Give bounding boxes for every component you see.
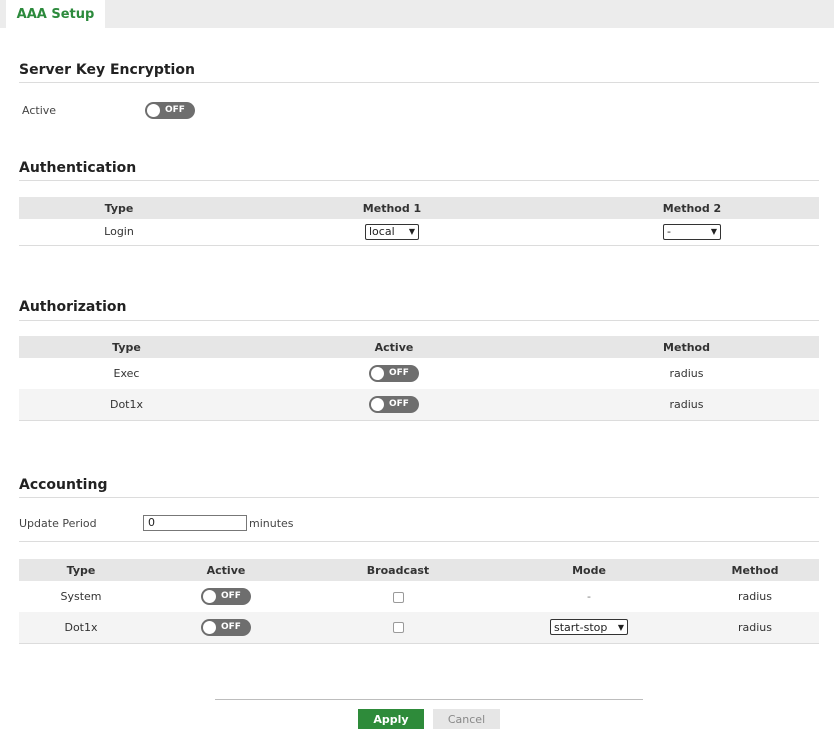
method-cell: radius — [691, 612, 819, 643]
column-header: Method — [691, 559, 819, 581]
active-cell: OFF — [143, 581, 309, 612]
dot1x-accounting-active-toggle[interactable]: OFF — [201, 618, 251, 636]
tab-aaa-setup[interactable]: AAA Setup — [6, 0, 105, 28]
mode-select[interactable]: start-stop ▼ — [550, 619, 628, 636]
update-period-input[interactable]: 0 — [143, 515, 247, 531]
method2-cell: - ▼ — [565, 219, 819, 245]
method1-select[interactable]: local ▼ — [365, 223, 419, 240]
tab-bar: AAA Setup — [0, 0, 834, 28]
type-cell: System — [60, 590, 102, 603]
table-row: Login local ▼ - ▼ — [19, 219, 819, 245]
mode-cell: - — [587, 590, 591, 603]
footer-divider — [215, 699, 643, 700]
system-broadcast-checkbox[interactable] — [392, 591, 404, 603]
table-row: Dot1x OFF start-stop ▼ radius — [19, 612, 819, 643]
authorization-table: Type Active Method Exec OFF radius Dot1x… — [19, 336, 819, 421]
method-cell: radius — [669, 367, 704, 380]
authorization-title: Authorization — [19, 299, 127, 315]
toggle-state: OFF — [221, 591, 241, 601]
column-header: Method — [554, 336, 819, 358]
method1-cell: local ▼ — [219, 219, 565, 245]
table-row: Dot1x OFF radius — [19, 389, 819, 420]
active-cell: OFF — [143, 612, 309, 643]
server-key-encryption-toggle[interactable]: OFF — [145, 102, 195, 119]
column-header: Active — [143, 559, 309, 581]
method-cell: radius — [737, 590, 772, 603]
divider — [19, 180, 819, 181]
column-header: Broadcast — [309, 559, 487, 581]
toggle-state: OFF — [389, 398, 409, 409]
column-header: Mode — [487, 559, 691, 581]
column-header: Method 2 — [565, 197, 819, 219]
method-cell: radius — [554, 389, 819, 420]
server-key-encryption-title: Server Key Encryption — [19, 62, 195, 78]
type-cell: Login — [104, 225, 134, 239]
column-header: Type — [19, 197, 219, 219]
authentication-table: Type Method 1 Method 2 Login local ▼ - ▼ — [19, 197, 819, 246]
method2-value: - — [667, 225, 671, 239]
accounting-title: Accounting — [19, 477, 108, 493]
active-cell: OFF — [234, 389, 554, 420]
toggle-knob-icon — [371, 367, 384, 380]
column-header: Active — [234, 336, 554, 358]
dot1x-broadcast-checkbox[interactable] — [392, 622, 404, 634]
column-header: Method 1 — [219, 197, 565, 219]
exec-active-toggle[interactable]: OFF — [369, 365, 419, 382]
mode-cell: start-stop ▼ — [487, 612, 691, 643]
active-cell: OFF — [234, 358, 554, 389]
toggle-state: OFF — [221, 621, 241, 632]
table-header-row: Type Active Broadcast Mode Method — [19, 559, 819, 581]
cancel-button[interactable]: Cancel — [433, 709, 500, 729]
table-row: Exec OFF radius — [19, 358, 819, 389]
toggle-knob-icon — [203, 620, 216, 634]
chevron-down-icon: ▼ — [710, 227, 717, 237]
chevron-down-icon: ▼ — [408, 227, 415, 237]
system-active-toggle[interactable]: OFF — [201, 588, 251, 605]
dot1x-active-toggle[interactable]: OFF — [369, 395, 419, 413]
update-period-label: Update Period — [19, 517, 97, 530]
mode-value: start-stop — [554, 620, 608, 634]
authentication-title: Authentication — [19, 160, 137, 176]
toggle-state: OFF — [389, 368, 409, 378]
broadcast-cell — [309, 612, 487, 643]
toggle-knob-icon — [203, 590, 216, 603]
accounting-table: Type Active Broadcast Mode Method System… — [19, 559, 819, 644]
table-row: System OFF - radius — [19, 581, 819, 612]
method1-value: local — [369, 225, 395, 239]
apply-button[interactable]: Apply — [358, 709, 424, 729]
type-cell: Exec — [113, 367, 140, 380]
table-header-row: Type Active Method — [19, 336, 819, 358]
divider — [19, 320, 819, 321]
type-cell: Dot1x — [19, 389, 234, 420]
active-label: Active — [22, 104, 57, 117]
broadcast-cell — [309, 581, 487, 612]
table-header-row: Type Method 1 Method 2 — [19, 197, 819, 219]
column-header: Type — [19, 336, 234, 358]
type-cell: Dot1x — [19, 612, 143, 643]
toggle-state: OFF — [165, 105, 185, 115]
divider — [19, 82, 819, 83]
update-period-unit: minutes — [249, 517, 294, 530]
divider — [19, 497, 819, 498]
toggle-knob-icon — [147, 104, 160, 117]
toggle-knob-icon — [371, 397, 384, 411]
column-header: Type — [19, 559, 143, 581]
divider — [19, 541, 819, 542]
chevron-down-icon: ▼ — [617, 622, 624, 632]
method2-select[interactable]: - ▼ — [663, 223, 721, 240]
